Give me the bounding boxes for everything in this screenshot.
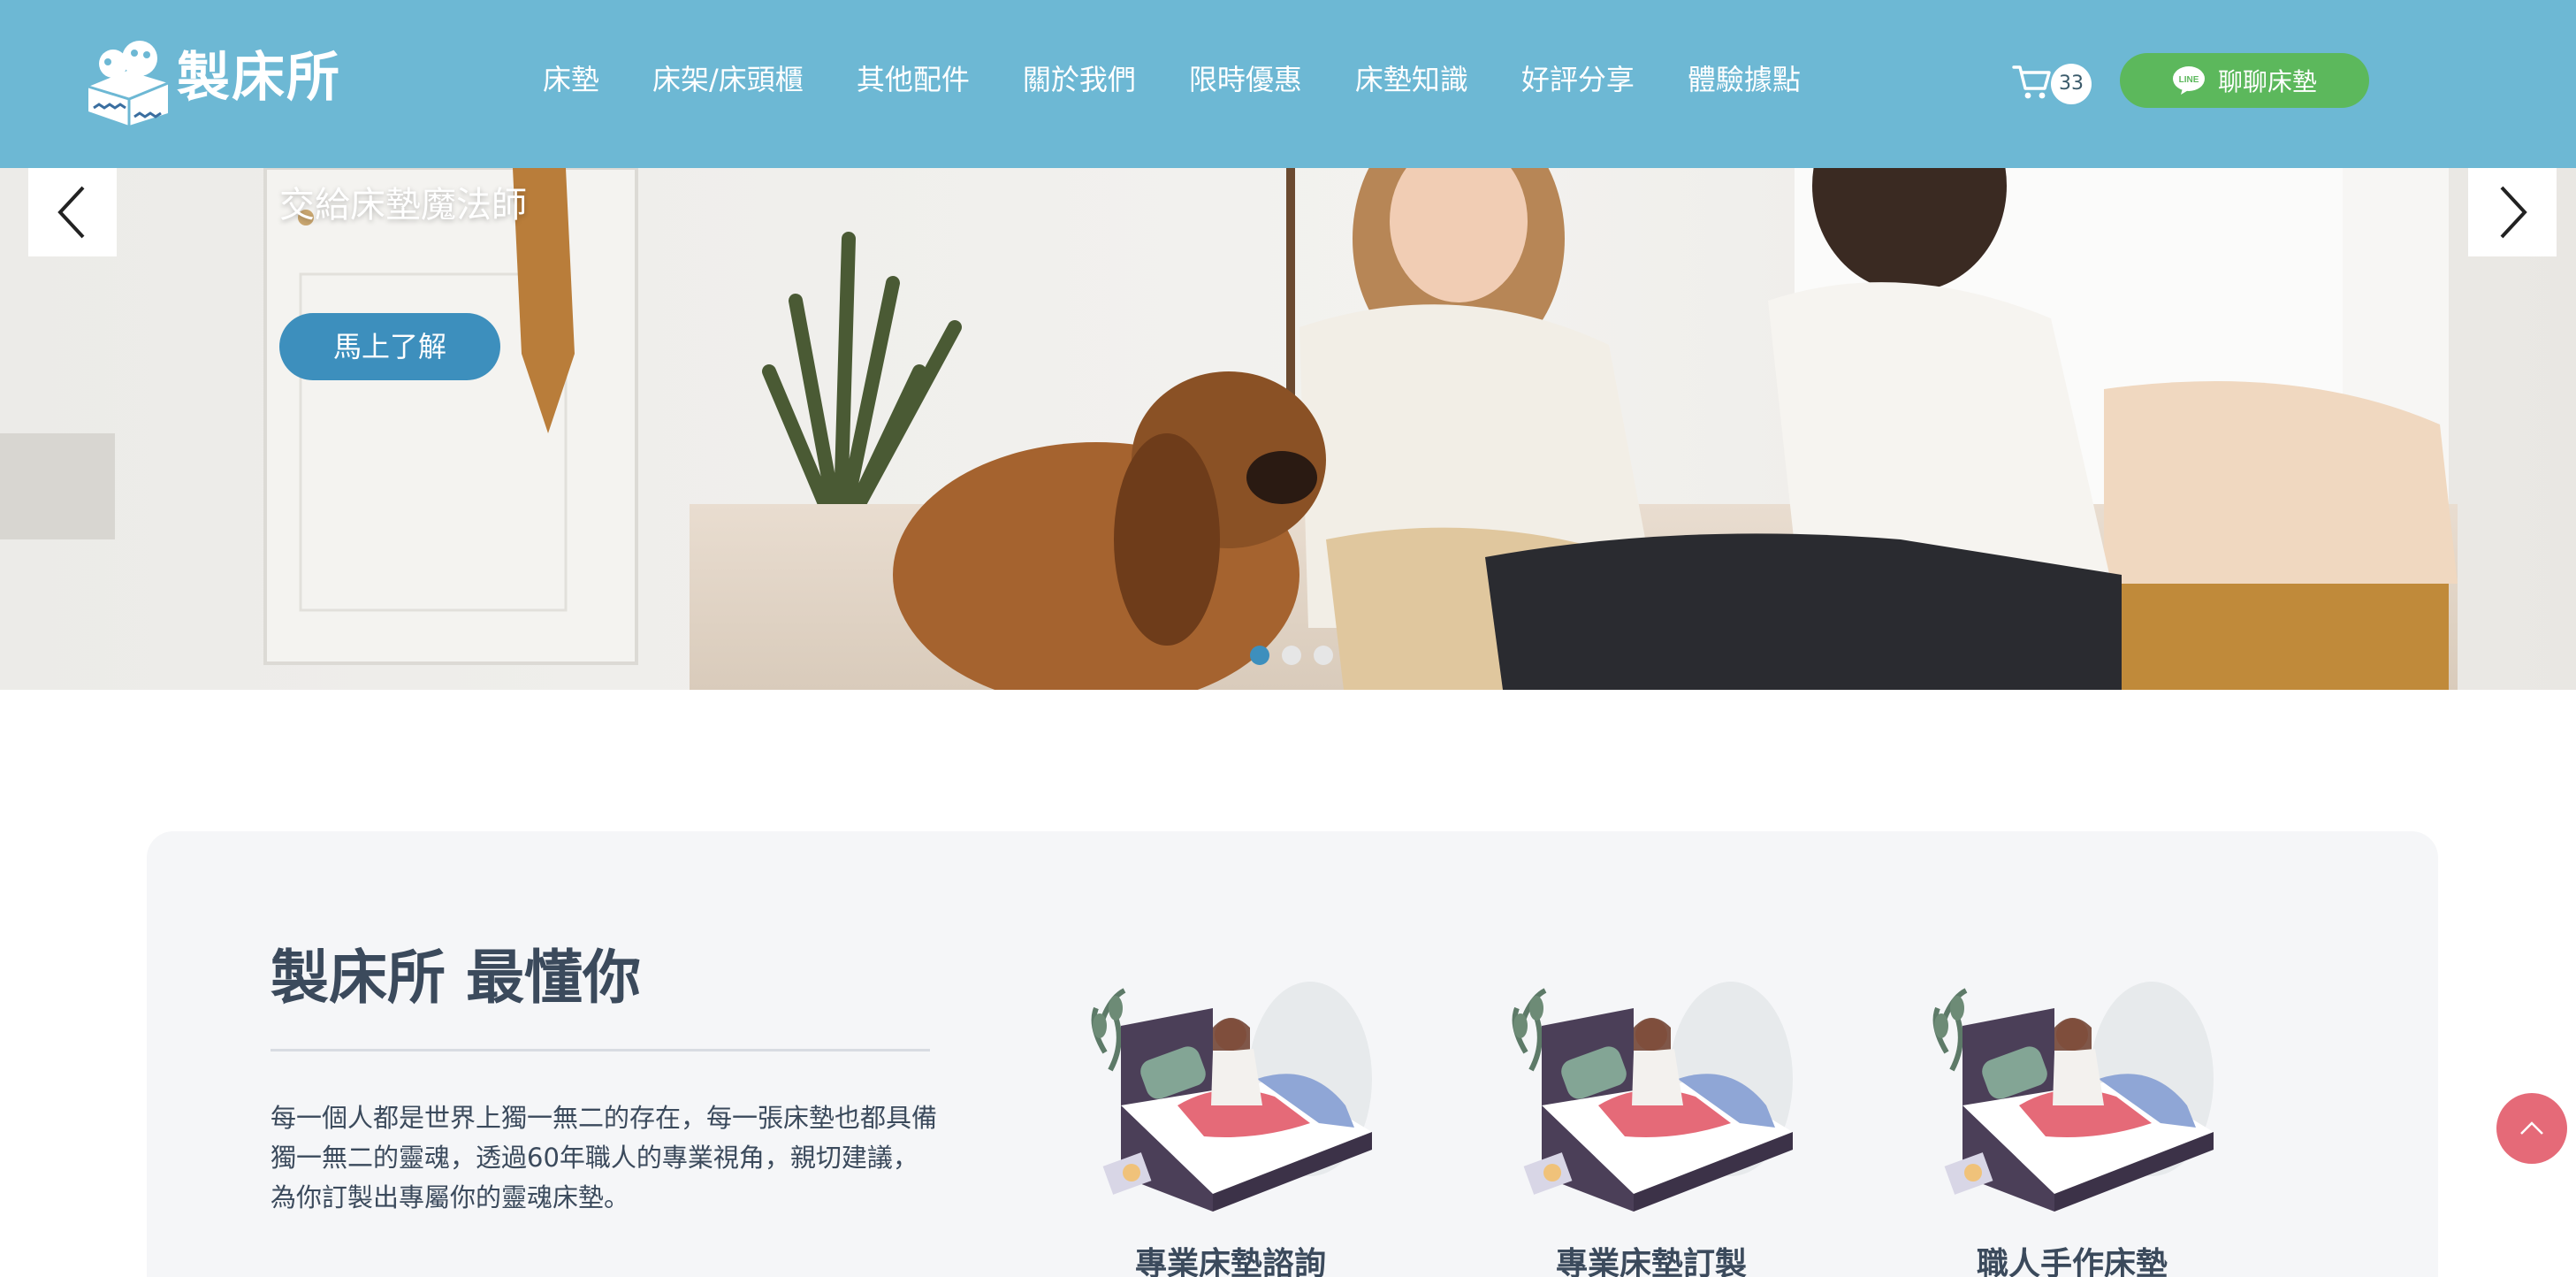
intro-body: 每一個人都是世界上獨一無二的存在，每一張床墊也都具備獨一無二的靈魂，透過60年職… [271,1103,938,1212]
intro-section: 製床所 最懂你 每一個人都是世界上獨一無二的存在，每一張床墊也都具備獨一無二的靈… [147,831,2438,1277]
bed-illustration [1091,982,1372,1212]
page: 製床所 床墊 床架/床頭櫃 其他配件 關於我們 限時優惠 床墊知識 好評分享 體… [0,0,2576,1277]
feature-handmade[interactable]: 職人手作床墊 [1922,973,2222,1277]
nav-item-bedframe[interactable]: 床架/床頭櫃 [626,51,830,108]
logo[interactable]: 製床所 [81,32,341,127]
scroll-to-top-button[interactable] [2496,1093,2567,1164]
feature-label: 專業床墊訂製 [1555,1246,1747,1277]
slider-next-button[interactable] [2468,168,2557,256]
intro-title: 製床所 最懂你 [271,944,641,1012]
feature-custom-made[interactable]: 專業床墊訂製 [1501,973,1802,1277]
svg-text:LINE: LINE [2179,75,2199,85]
line-icon: LINE [2172,66,2205,95]
hero-slider: 交給床墊魔法師 馬上了解 [0,168,2576,690]
nav-item-mattress[interactable]: 床墊 [516,51,626,108]
hero-learn-more-button[interactable]: 馬上了解 [279,313,500,380]
slider-dots [1250,646,1333,665]
bed-illustration [1512,982,1793,1212]
logo-mattress-icon [88,41,169,126]
hero-photo [0,168,2576,690]
cart-button[interactable]: 33 [2010,60,2093,104]
nav-item-knowledge[interactable]: 床墊知識 [1329,51,1495,108]
feature-label: 專業床墊諮詢 [1134,1246,1326,1277]
cart-icon [2012,65,2051,99]
line-chat-label: 聊聊床墊 [2217,67,2317,96]
nav-item-showrooms[interactable]: 體驗據點 [1661,51,1827,108]
cart-count-badge: 33 [2051,64,2092,104]
slider-dot-3[interactable] [1314,646,1333,665]
main-nav: 床墊 床架/床頭櫃 其他配件 關於我們 限時優惠 床墊知識 好評分享 體驗據點 [516,51,1827,108]
nav-item-about[interactable]: 關於我們 [996,51,1162,108]
intro-divider [271,1049,930,1051]
nav-item-reviews[interactable]: 好評分享 [1495,51,1661,108]
logo-text: 製床所 [177,47,341,109]
slider-prev-button[interactable] [28,168,117,256]
nav-item-offers[interactable]: 限時優惠 [1162,51,1329,108]
nav-item-accessories[interactable]: 其他配件 [830,51,996,108]
bed-illustration [1932,982,2214,1212]
feature-consultation[interactable]: 專業床墊諮詢 [1080,973,1381,1277]
chevron-up-icon [2520,1121,2543,1135]
slider-dot-2[interactable] [1282,646,1301,665]
slider-dot-1[interactable] [1250,646,1269,665]
chevron-left-icon [57,186,85,239]
line-chat-button[interactable]: LINE 聊聊床墊 [2120,53,2369,108]
feature-label: 職人手作床墊 [1976,1246,2168,1277]
site-header: 製床所 床墊 床架/床頭櫃 其他配件 關於我們 限時優惠 床墊知識 好評分享 體… [0,0,2576,168]
hero-headline: 交給床墊魔法師 [279,185,527,226]
chevron-right-icon [2500,186,2527,239]
